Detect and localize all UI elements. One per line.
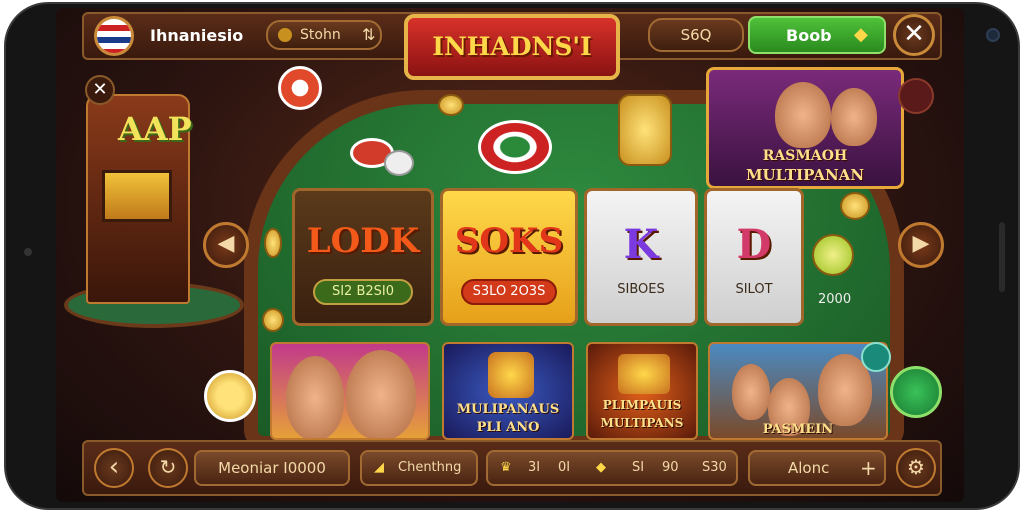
game-card-k[interactable]: K SIBOES <box>584 188 698 326</box>
country-flag-avatar[interactable] <box>94 16 134 56</box>
member-pill-label: Meoniar I0000 <box>218 459 326 477</box>
action-pill[interactable]: Alonc + <box>748 450 886 486</box>
card-subtitle: S3LO 2O3S <box>461 279 557 305</box>
stat-value: 3I <box>528 460 541 475</box>
player-name: Ihnaniesio <box>150 26 244 45</box>
middle-button[interactable]: ◢ Chenthng <box>360 450 478 486</box>
action-pill-label: Alonc <box>788 459 830 477</box>
arcade-sign-text: AAP <box>118 110 192 148</box>
tag-icon: ◢ <box>374 460 384 475</box>
coins-pill[interactable]: S6Q <box>648 18 744 52</box>
coin-decor <box>264 228 282 258</box>
poker-chip-center <box>478 120 552 174</box>
treasure-icon <box>488 352 534 398</box>
phone-side-button <box>999 222 1005 292</box>
card-subtitle: SI2 B2SI0 <box>313 279 413 305</box>
card-subtitle: SILOT <box>735 282 773 297</box>
coin-icon <box>278 28 292 42</box>
game-thumb-2[interactable]: MULIPANAUS PLI ANO <box>442 342 574 440</box>
game-character <box>732 364 770 420</box>
green-side-button[interactable] <box>890 366 942 418</box>
promo-title-line2: MULTIPANAN <box>745 166 865 184</box>
game-character <box>286 356 344 438</box>
game-title-line2: PLI ANO <box>476 420 540 435</box>
green-button-label: Boob <box>786 26 832 45</box>
small-close-button[interactable]: ✕ <box>85 75 115 105</box>
green-buy-button[interactable]: Boob ◆ <box>748 16 886 54</box>
card-title: LODK <box>306 221 420 261</box>
gem-icon: ◆ <box>854 24 868 45</box>
coin-value-label: 2000 <box>818 292 852 307</box>
game-card-soks[interactable]: SOKS S3LO 2O3S <box>440 188 578 326</box>
game-icon <box>618 354 670 394</box>
game-title-line1: PLIMPAUIS <box>602 398 682 412</box>
coin-bonus <box>812 234 854 276</box>
balance-pill-label: Stohn <box>300 27 341 43</box>
logo-text: INHADNS'I <box>432 32 592 61</box>
arcade-screen-decor <box>102 170 172 222</box>
card-subtitle: SIBOES <box>617 282 665 297</box>
poker-chip-white <box>384 150 414 176</box>
coin-stack <box>618 94 672 166</box>
game-card-lodk[interactable]: LODK SI2 B2SI0 <box>292 188 434 326</box>
crown-icon: ♛ <box>500 460 512 475</box>
refresh-button[interactable]: ↻ <box>148 448 188 488</box>
card-title: SOKS <box>454 221 564 261</box>
next-arrow-button[interactable]: ▶ <box>898 222 944 268</box>
member-pill[interactable]: Meoniar I0000 <box>194 450 350 486</box>
stat-value: 0I <box>558 460 571 475</box>
game-title-line1: MULIPANAUS <box>456 402 560 417</box>
game-logo: INHADNS'I <box>404 14 620 80</box>
game-thumb-3[interactable]: PLIMPAUIS MULTIPANS <box>586 342 698 440</box>
stat-value: 90 <box>662 460 679 475</box>
promo-title-line1: RASMAOH <box>762 148 848 164</box>
coins-pill-label: S6Q <box>680 26 712 44</box>
coin-decor <box>262 308 284 332</box>
game-card-d[interactable]: D SILOT <box>704 188 804 326</box>
middle-button-label: Chenthng <box>398 460 462 475</box>
promo-side-button[interactable] <box>898 78 934 114</box>
prev-arrow-button[interactable]: ◀ <box>203 222 249 268</box>
promo-character <box>775 82 831 148</box>
poker-chip-topleft <box>278 66 322 110</box>
card-title: K <box>623 221 659 268</box>
stat-value: SI <box>632 460 645 475</box>
game-character <box>346 350 416 438</box>
plus-icon: + <box>860 456 877 480</box>
coin-decor <box>840 192 870 220</box>
settings-gear-button[interactable]: ⚙ <box>896 448 936 488</box>
tablet-icon-button[interactable] <box>861 342 891 372</box>
card-title: D <box>736 221 772 268</box>
swap-arrows-icon: ⇅ <box>362 25 376 44</box>
promo-character <box>831 88 877 146</box>
game-title: PASMEIN <box>762 422 834 437</box>
stats-bar: ♛ 3I 0I ◆ SI 90 S30 <box>486 450 738 486</box>
coin-decor <box>438 94 464 116</box>
game-thumb-1[interactable] <box>270 342 430 440</box>
promo-banner[interactable]: RASMAOH MULTIPANAN <box>706 67 904 189</box>
poker-chip-bottomleft <box>204 370 256 422</box>
front-camera <box>986 28 1000 42</box>
close-button[interactable]: ✕ <box>893 14 935 56</box>
game-title-line2: MULTIPANS <box>600 416 684 430</box>
balance-pill[interactable]: Stohn ⇅ <box>266 20 382 50</box>
back-button[interactable]: ‹ <box>94 448 134 488</box>
stat-value: S30 <box>702 460 727 475</box>
gem-icon: ◆ <box>596 460 606 475</box>
phone-speaker-dot <box>24 248 32 256</box>
